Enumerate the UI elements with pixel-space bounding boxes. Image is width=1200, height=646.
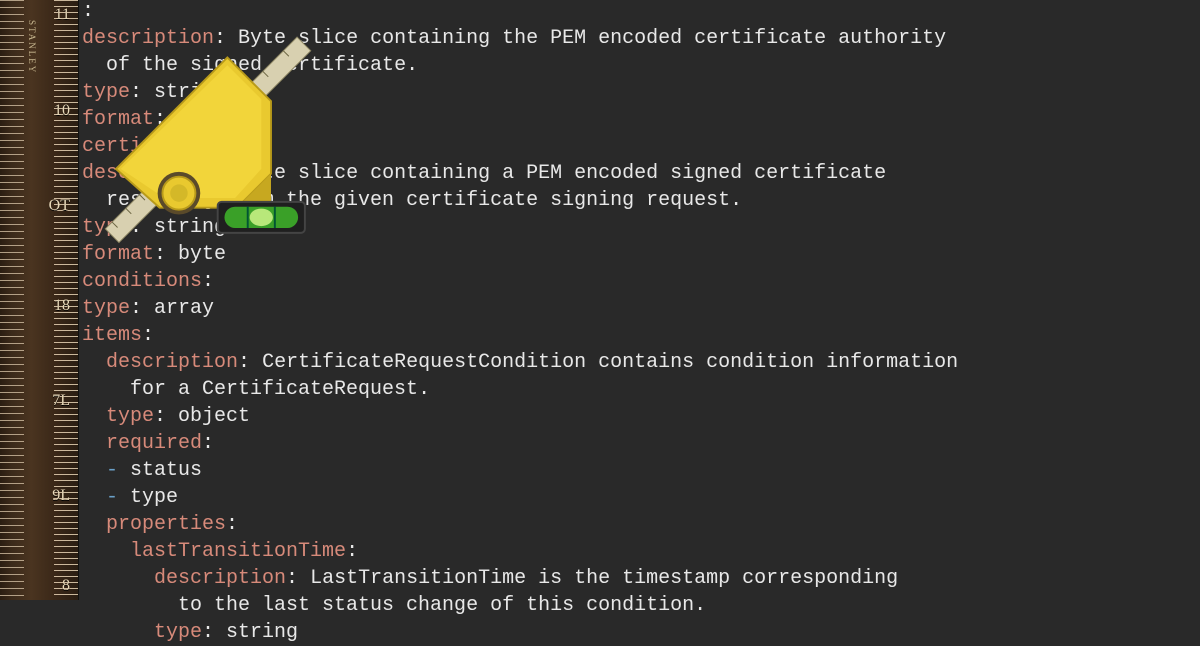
code-line: of the signed certificate. <box>82 52 958 79</box>
code-line: type: array <box>82 295 958 322</box>
code-line: : <box>82 0 958 25</box>
ruler-brand: STANLEY <box>26 20 38 74</box>
code-line: type: string <box>82 79 958 106</box>
ruler-mark: 11 <box>55 4 70 26</box>
ruler-mark: 8 <box>62 575 70 597</box>
code-line: items: <box>82 322 958 349</box>
yaml-code-block: :description: Byte slice containing the … <box>82 0 958 646</box>
ruler-mark: 18 <box>54 295 70 317</box>
code-line: type: string <box>82 214 958 241</box>
code-line: resulting from the given certificate sig… <box>82 187 958 214</box>
ruler-mark: 10 <box>54 100 70 122</box>
ruler-mark: 7L <box>52 390 70 412</box>
ruler-mark: 9L <box>52 485 70 507</box>
code-line: description: CertificateRequestCondition… <box>82 349 958 376</box>
code-line: type: string <box>82 619 958 646</box>
code-line: certificate: <box>82 133 958 160</box>
code-line: type: object <box>82 403 958 430</box>
code-line: properties: <box>82 511 958 538</box>
code-line: description: Byte slice containing a PEM… <box>82 160 958 187</box>
code-line: description: LastTransitionTime is the t… <box>82 565 958 592</box>
code-line: description: Byte slice containing the P… <box>82 25 958 52</box>
code-line: - type <box>82 484 958 511</box>
code-line: required: <box>82 430 958 457</box>
code-line: format: byte <box>82 106 958 133</box>
code-line: - status <box>82 457 958 484</box>
code-line: for a CertificateRequest. <box>82 376 958 403</box>
code-line: lastTransitionTime: <box>82 538 958 565</box>
ruler-overlay: STANLEY 11 10 OT 18 7L 9L 8 <box>0 0 79 600</box>
code-line: format: byte <box>82 241 958 268</box>
code-line: conditions: <box>82 268 958 295</box>
code-line: to the last status change of this condit… <box>82 592 958 619</box>
ruler-mark: OT <box>49 195 70 217</box>
